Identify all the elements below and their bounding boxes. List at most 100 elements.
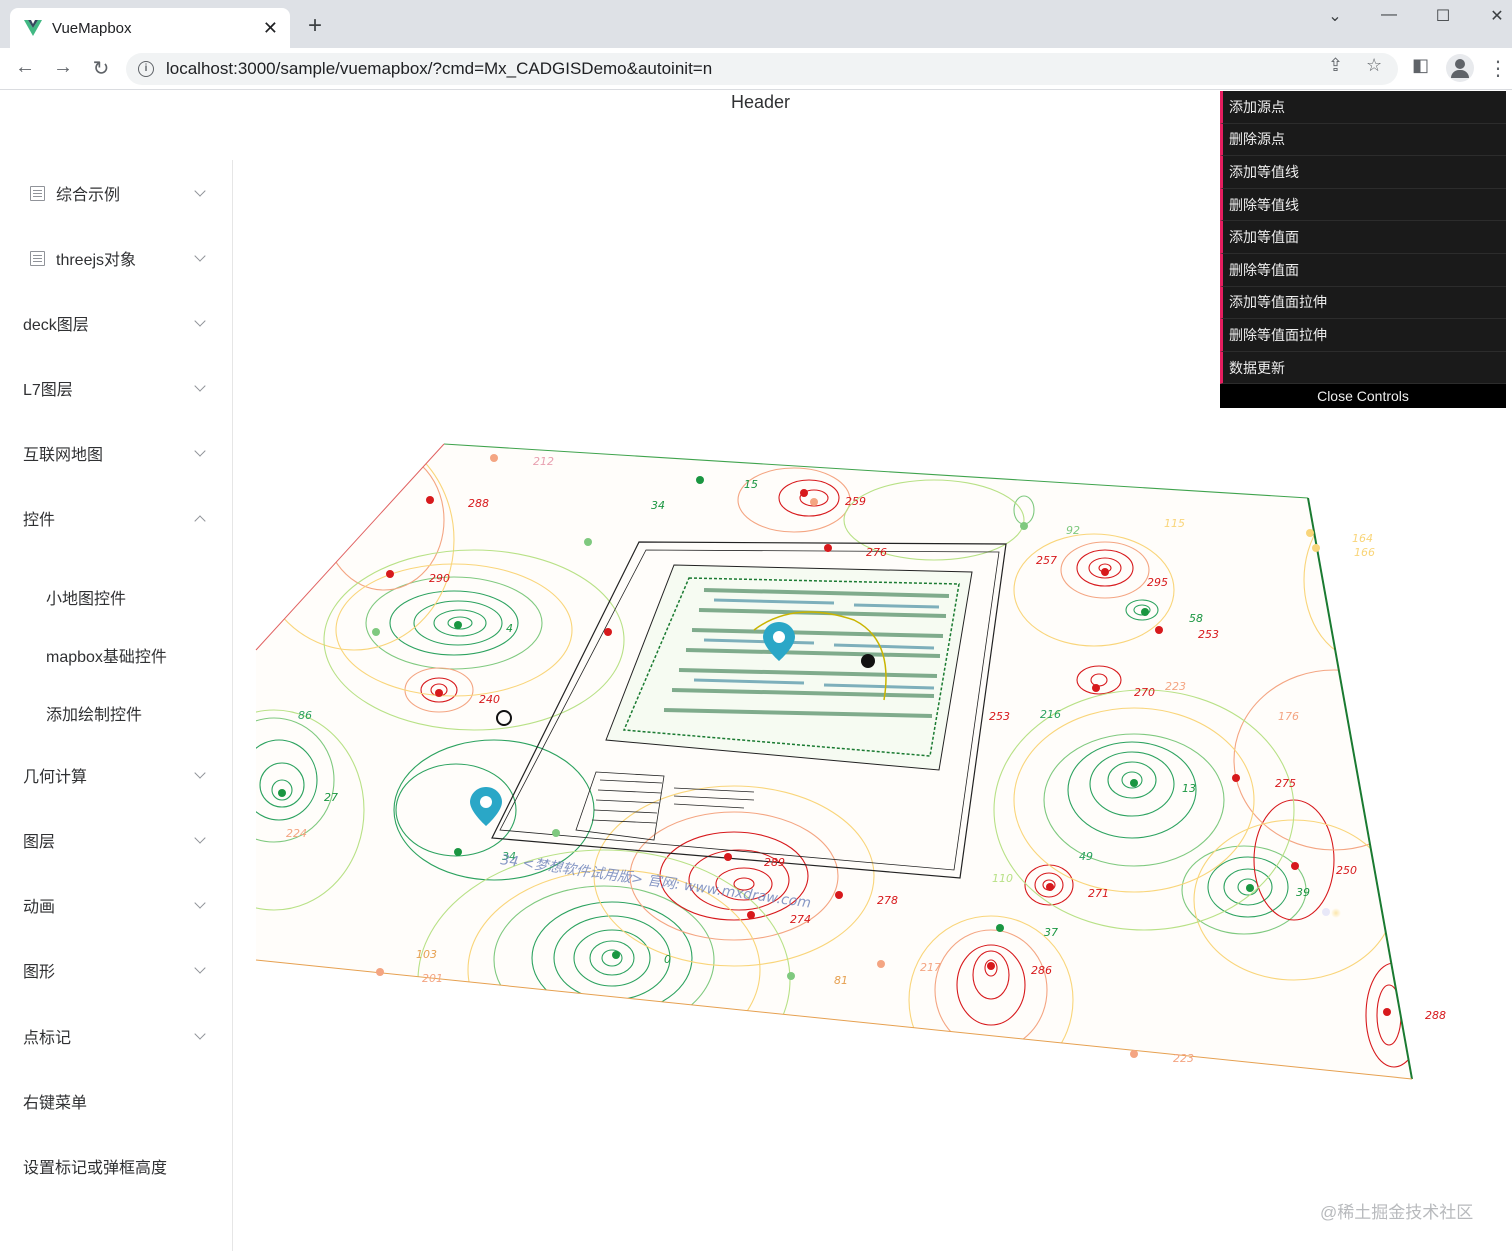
- svg-text:15: 15: [744, 478, 758, 491]
- close-window-button[interactable]: ✕: [1484, 6, 1510, 26]
- browser-tab-strip: VueMapbox ✕ + ⌄ — ☐ ✕: [0, 0, 1512, 48]
- svg-text:212: 212: [533, 455, 554, 468]
- add-contour-fill-button[interactable]: 添加等值面: [1220, 221, 1506, 254]
- chevron-down-icon: [194, 315, 206, 327]
- delete-contour-line-button[interactable]: 删除等值线: [1220, 188, 1506, 222]
- svg-text:253: 253: [1198, 628, 1219, 641]
- svg-text:39: 39: [1296, 886, 1310, 899]
- sidebar-item-label: 综合示例: [56, 187, 121, 204]
- browser-toolbar: ← → ↻ i localhost:3000/sample/vuemapbox/…: [0, 48, 1512, 90]
- svg-text:34: 34: [651, 499, 665, 512]
- sidebar-item-internet-map[interactable]: 互联网地图: [0, 425, 232, 481]
- document-icon: [30, 185, 45, 201]
- forward-icon[interactable]: →: [50, 56, 76, 79]
- back-icon[interactable]: ←: [12, 56, 38, 79]
- close-controls-button[interactable]: Close Controls: [1220, 384, 1506, 409]
- new-tab-button[interactable]: +: [304, 12, 326, 40]
- chevron-down-icon: [194, 1028, 206, 1040]
- add-contour-extrusion-button[interactable]: 添加等值面拉伸: [1220, 286, 1506, 320]
- chevron-down-icon: [194, 767, 206, 779]
- svg-text:92: 92: [1066, 524, 1080, 537]
- minimize-button[interactable]: —: [1376, 6, 1402, 24]
- page-header-title: Header: [731, 92, 791, 112]
- sidebar-item-threejs[interactable]: threejs对象: [0, 230, 232, 286]
- info-icon[interactable]: i: [138, 61, 154, 77]
- sidebar-item-label: 右键菜单: [23, 1095, 88, 1112]
- tab-search-icon[interactable]: ⌄: [1322, 6, 1348, 26]
- svg-text:289: 289: [764, 856, 785, 869]
- address-bar[interactable]: i localhost:3000/sample/vuemapbox/?cmd=M…: [126, 53, 1398, 85]
- sidebar-item-label: 点标记: [23, 1030, 72, 1047]
- close-tab-icon[interactable]: ✕: [263, 18, 278, 39]
- svg-text:288: 288: [468, 497, 489, 510]
- sidebar-item-deck[interactable]: deck图层: [0, 295, 232, 351]
- sidebar-item-label: threejs对象: [56, 252, 137, 269]
- sidebar-item-label: 图层: [23, 834, 56, 851]
- chevron-down-icon: [194, 897, 206, 909]
- controls-panel: 添加源点 删除源点 添加等值线 删除等值线 添加等值面 删除等值面 添加等值面拉…: [1220, 91, 1506, 409]
- svg-text:110: 110: [992, 872, 1013, 885]
- tab-title: VueMapbox: [52, 19, 132, 37]
- share-icon[interactable]: ⇪: [1328, 55, 1343, 76]
- svg-text:201: 201: [422, 972, 443, 985]
- sidebar-item-label: 添加绘制控件: [46, 707, 143, 724]
- sidebar-item-label: deck图层: [23, 317, 89, 334]
- sidebar-item-label: 控件: [23, 512, 56, 529]
- svg-text:81: 81: [834, 974, 848, 987]
- sidebar-item-layers[interactable]: 图层: [0, 812, 232, 868]
- svg-text:271: 271: [1088, 887, 1109, 900]
- svg-text:164: 164: [1352, 532, 1373, 545]
- sidebar-item-label: L7图层: [23, 382, 73, 399]
- sidebar-item-label: 设置标记或弹框高度: [23, 1160, 168, 1177]
- browser-tab[interactable]: VueMapbox ✕: [10, 8, 290, 48]
- delete-source-point-button[interactable]: 删除源点: [1220, 123, 1506, 157]
- svg-text:115: 115: [1164, 517, 1185, 530]
- svg-text:223: 223: [1165, 680, 1186, 693]
- sidebar-item-animation[interactable]: 动画: [0, 877, 232, 933]
- sidebar-item-markers[interactable]: 点标记: [0, 1008, 232, 1064]
- sidebar-item-label: 几何计算: [23, 769, 88, 786]
- add-source-point-button[interactable]: 添加源点: [1220, 91, 1506, 124]
- add-contour-line-button[interactable]: 添加等值线: [1220, 156, 1506, 189]
- sidebar-item-context-menu[interactable]: 右键菜单: [0, 1073, 232, 1129]
- sidebar-subitem-draw-control[interactable]: 添加绘制控件: [0, 685, 232, 741]
- sidebar-item-label: 互联网地图: [23, 447, 104, 464]
- svg-text:250: 250: [1336, 864, 1357, 877]
- svg-text:240: 240: [479, 693, 500, 706]
- side-panel-icon[interactable]: ◧: [1412, 55, 1429, 76]
- maximize-button[interactable]: ☐: [1430, 6, 1456, 26]
- sidebar-item-controls[interactable]: 控件: [0, 490, 232, 546]
- chevron-down-icon: [194, 185, 206, 197]
- reload-icon[interactable]: ↻: [88, 56, 114, 81]
- svg-text:295: 295: [1147, 576, 1168, 589]
- svg-text:278: 278: [877, 894, 898, 907]
- sidebar-item-shapes[interactable]: 图形: [0, 942, 232, 998]
- svg-text:217: 217: [920, 961, 941, 974]
- sidebar-item-label: 小地图控件: [46, 591, 127, 608]
- svg-text:103: 103: [416, 948, 437, 961]
- sidebar-item-geometry[interactable]: 几何计算: [0, 747, 232, 803]
- delete-contour-extrusion-button[interactable]: 删除等值面拉伸: [1220, 319, 1506, 352]
- profile-avatar[interactable]: [1446, 54, 1474, 82]
- svg-text:58: 58: [1189, 612, 1203, 625]
- vue-logo-icon: [24, 20, 42, 36]
- chevron-down-icon: [194, 445, 206, 457]
- sidebar-subitem-minimap[interactable]: 小地图控件: [0, 569, 232, 625]
- sidebar-subitem-mapbox-basic[interactable]: mapbox基础控件: [0, 627, 232, 683]
- svg-text:37: 37: [1044, 926, 1058, 939]
- sidebar-menu: 综合示例 threejs对象 deck图层 L7图层 互联网地图 控件 小地图控…: [0, 160, 233, 1251]
- svg-text:223: 223: [1173, 1052, 1194, 1065]
- sidebar-item-comprehensive[interactable]: 综合示例: [0, 165, 232, 221]
- bookmark-star-icon[interactable]: ☆: [1366, 55, 1382, 76]
- svg-text:13: 13: [1182, 782, 1196, 795]
- sidebar-item-l7[interactable]: L7图层: [0, 360, 232, 416]
- delete-contour-fill-button[interactable]: 删除等值面: [1220, 253, 1506, 287]
- chevron-down-icon: [194, 962, 206, 974]
- svg-text:276: 276: [866, 546, 887, 559]
- svg-text:224: 224: [286, 827, 307, 840]
- sidebar-item-label: 图形: [23, 964, 56, 981]
- update-data-button[interactable]: 数据更新: [1220, 351, 1506, 385]
- svg-text:290: 290: [429, 572, 450, 585]
- browser-menu-icon[interactable]: ⋮: [1488, 56, 1508, 81]
- sidebar-item-marker-height[interactable]: 设置标记或弹框高度: [0, 1138, 232, 1194]
